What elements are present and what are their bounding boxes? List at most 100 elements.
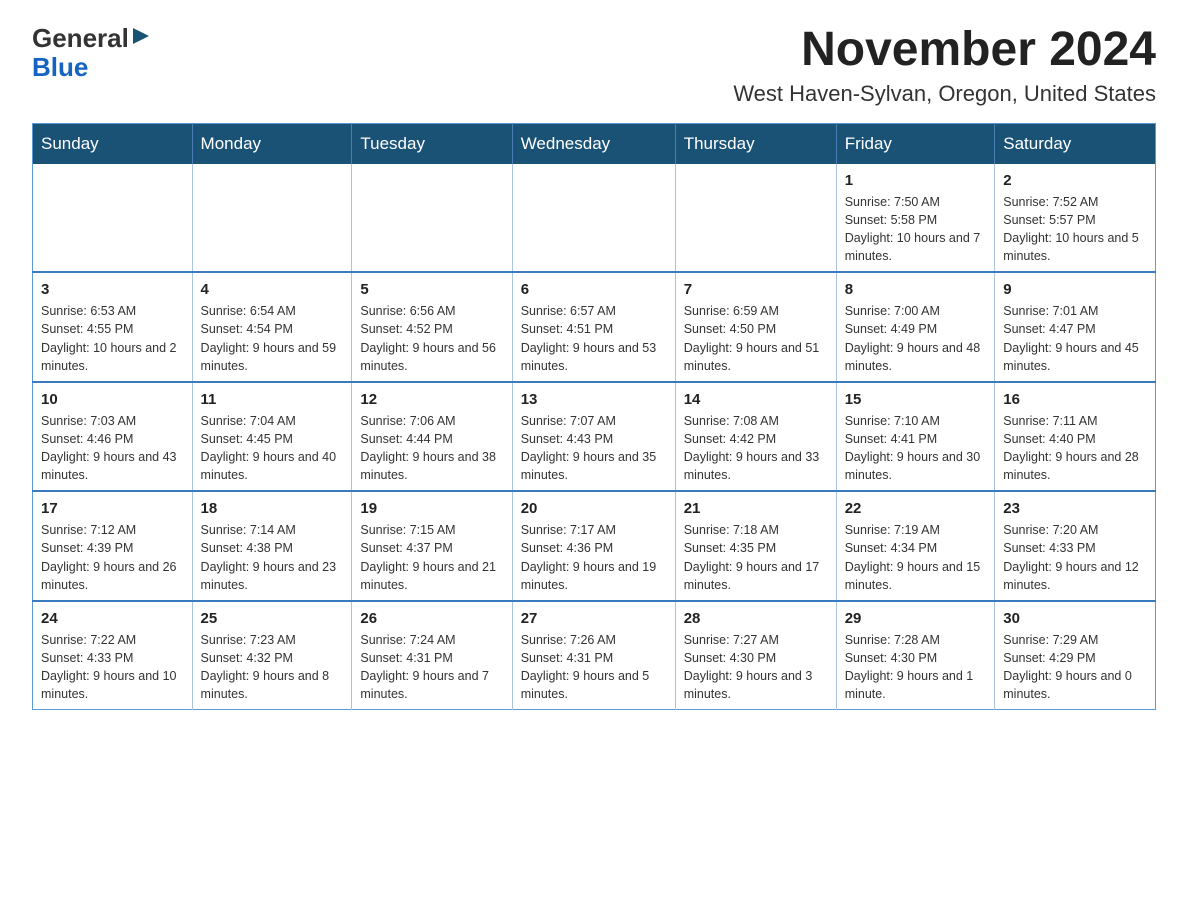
day-number: 16 xyxy=(1003,391,1147,408)
day-number: 6 xyxy=(521,281,667,298)
calendar-cell xyxy=(352,164,512,273)
day-info: Sunrise: 7:26 AMSunset: 4:31 PMDaylight:… xyxy=(521,631,667,704)
logo-arrow-icon xyxy=(131,26,151,46)
day-info: Sunrise: 7:11 AMSunset: 4:40 PMDaylight:… xyxy=(1003,412,1147,485)
day-info: Sunrise: 7:18 AMSunset: 4:35 PMDaylight:… xyxy=(684,521,828,594)
day-number: 24 xyxy=(41,610,184,627)
calendar-header: SundayMondayTuesdayWednesdayThursdayFrid… xyxy=(33,123,1156,164)
day-info: Sunrise: 7:06 AMSunset: 4:44 PMDaylight:… xyxy=(360,412,503,485)
day-number: 9 xyxy=(1003,281,1147,298)
weekday-header-monday: Monday xyxy=(192,123,352,164)
day-number: 18 xyxy=(201,500,344,517)
calendar-cell: 21 Sunrise: 7:18 AMSunset: 4:35 PMDayligh… xyxy=(675,491,836,601)
day-number: 29 xyxy=(845,610,987,627)
day-number: 26 xyxy=(360,610,503,627)
day-info: Sunrise: 7:01 AMSunset: 4:47 PMDaylight:… xyxy=(1003,302,1147,375)
day-info: Sunrise: 6:53 AMSunset: 4:55 PMDaylight:… xyxy=(41,302,184,375)
calendar-cell: 2 Sunrise: 7:52 AMSunset: 5:57 PMDaylight… xyxy=(995,164,1156,273)
day-number: 12 xyxy=(360,391,503,408)
calendar-cell: 12 Sunrise: 7:06 AMSunset: 4:44 PMDayligh… xyxy=(352,382,512,492)
day-number: 2 xyxy=(1003,172,1147,189)
day-number: 17 xyxy=(41,500,184,517)
calendar-week-row: 1 Sunrise: 7:50 AMSunset: 5:58 PMDaylight… xyxy=(33,164,1156,273)
day-info: Sunrise: 6:54 AMSunset: 4:54 PMDaylight:… xyxy=(201,302,344,375)
calendar-body: 1 Sunrise: 7:50 AMSunset: 5:58 PMDaylight… xyxy=(33,164,1156,710)
weekday-header-tuesday: Tuesday xyxy=(352,123,512,164)
calendar-cell xyxy=(512,164,675,273)
calendar-cell xyxy=(192,164,352,273)
calendar-cell: 7 Sunrise: 6:59 AMSunset: 4:50 PMDaylight… xyxy=(675,272,836,382)
calendar-cell xyxy=(33,164,193,273)
calendar-cell: 27Sunrise: 7:26 AMSunset: 4:31 PMDayligh… xyxy=(512,601,675,710)
calendar-week-row: 10 Sunrise: 7:03 AMSunset: 4:46 PMDayligh… xyxy=(33,382,1156,492)
day-info: Sunrise: 7:12 AMSunset: 4:39 PMDaylight:… xyxy=(41,521,184,594)
day-info: Sunrise: 7:03 AMSunset: 4:46 PMDaylight:… xyxy=(41,412,184,485)
day-info: Sunrise: 7:10 AMSunset: 4:41 PMDaylight:… xyxy=(845,412,987,485)
day-number: 13 xyxy=(521,391,667,408)
calendar-cell: 22Sunrise: 7:19 AMSunset: 4:34 PMDayligh… xyxy=(836,491,995,601)
calendar-cell: 30Sunrise: 7:29 AMSunset: 4:29 PMDayligh… xyxy=(995,601,1156,710)
calendar-cell xyxy=(675,164,836,273)
calendar-week-row: 24 Sunrise: 7:22 AMSunset: 4:33 PMDayligh… xyxy=(33,601,1156,710)
day-info: Sunrise: 6:56 AMSunset: 4:52 PMDaylight:… xyxy=(360,302,503,375)
calendar-cell: 17 Sunrise: 7:12 AMSunset: 4:39 PMDayligh… xyxy=(33,491,193,601)
calendar-week-row: 17 Sunrise: 7:12 AMSunset: 4:39 PMDayligh… xyxy=(33,491,1156,601)
calendar-cell: 29 Sunrise: 7:28 AMSunset: 4:30 PMDayligh… xyxy=(836,601,995,710)
day-info: Sunrise: 7:22 AMSunset: 4:33 PMDaylight:… xyxy=(41,631,184,704)
calendar-cell: 5 Sunrise: 6:56 AMSunset: 4:52 PMDaylight… xyxy=(352,272,512,382)
day-info: Sunrise: 7:24 AMSunset: 4:31 PMDaylight:… xyxy=(360,631,503,704)
calendar-cell: 14 Sunrise: 7:08 AMSunset: 4:42 PMDayligh… xyxy=(675,382,836,492)
day-number: 3 xyxy=(41,281,184,298)
weekday-header-friday: Friday xyxy=(836,123,995,164)
calendar-cell: 11Sunrise: 7:04 AMSunset: 4:45 PMDayligh… xyxy=(192,382,352,492)
calendar-cell: 9 Sunrise: 7:01 AMSunset: 4:47 PMDaylight… xyxy=(995,272,1156,382)
calendar-cell: 1 Sunrise: 7:50 AMSunset: 5:58 PMDaylight… xyxy=(836,164,995,273)
day-info: Sunrise: 7:15 AMSunset: 4:37 PMDaylight:… xyxy=(360,521,503,594)
day-number: 7 xyxy=(684,281,828,298)
day-number: 5 xyxy=(360,281,503,298)
page-title: November 2024 xyxy=(733,24,1156,77)
weekday-header-saturday: Saturday xyxy=(995,123,1156,164)
day-info: Sunrise: 7:07 AMSunset: 4:43 PMDaylight:… xyxy=(521,412,667,485)
calendar-cell: 13 Sunrise: 7:07 AMSunset: 4:43 PMDayligh… xyxy=(512,382,675,492)
day-number: 10 xyxy=(41,391,184,408)
day-number: 1 xyxy=(845,172,987,189)
day-info: Sunrise: 7:14 AMSunset: 4:38 PMDaylight:… xyxy=(201,521,344,594)
calendar-table: SundayMondayTuesdayWednesdayThursdayFrid… xyxy=(32,123,1156,711)
day-number: 19 xyxy=(360,500,503,517)
day-number: 14 xyxy=(684,391,828,408)
day-number: 25 xyxy=(201,610,344,627)
day-number: 4 xyxy=(201,281,344,298)
calendar-cell: 6Sunrise: 6:57 AMSunset: 4:51 PMDaylight… xyxy=(512,272,675,382)
calendar-cell: 19 Sunrise: 7:15 AMSunset: 4:37 PMDayligh… xyxy=(352,491,512,601)
calendar-cell: 3 Sunrise: 6:53 AMSunset: 4:55 PMDaylight… xyxy=(33,272,193,382)
calendar-cell: 23 Sunrise: 7:20 AMSunset: 4:33 PMDayligh… xyxy=(995,491,1156,601)
calendar-cell: 28Sunrise: 7:27 AMSunset: 4:30 PMDayligh… xyxy=(675,601,836,710)
page-subtitle: West Haven-Sylvan, Oregon, United States xyxy=(733,81,1156,107)
day-info: Sunrise: 7:08 AMSunset: 4:42 PMDaylight:… xyxy=(684,412,828,485)
day-number: 23 xyxy=(1003,500,1147,517)
weekday-header-row: SundayMondayTuesdayWednesdayThursdayFrid… xyxy=(33,123,1156,164)
title-area: November 2024 West Haven-Sylvan, Oregon,… xyxy=(733,24,1156,107)
day-info: Sunrise: 7:50 AMSunset: 5:58 PMDaylight:… xyxy=(845,193,987,266)
day-info: Sunrise: 7:28 AMSunset: 4:30 PMDaylight:… xyxy=(845,631,987,704)
day-info: Sunrise: 7:04 AMSunset: 4:45 PMDaylight:… xyxy=(201,412,344,485)
day-info: Sunrise: 7:17 AMSunset: 4:36 PMDaylight:… xyxy=(521,521,667,594)
day-number: 21 xyxy=(684,500,828,517)
calendar-cell: 26 Sunrise: 7:24 AMSunset: 4:31 PMDayligh… xyxy=(352,601,512,710)
day-info: Sunrise: 7:23 AMSunset: 4:32 PMDaylight:… xyxy=(201,631,344,704)
day-info: Sunrise: 7:29 AMSunset: 4:29 PMDaylight:… xyxy=(1003,631,1147,704)
day-info: Sunrise: 7:20 AMSunset: 4:33 PMDaylight:… xyxy=(1003,521,1147,594)
day-number: 8 xyxy=(845,281,987,298)
day-number: 28 xyxy=(684,610,828,627)
calendar-cell: 18 Sunrise: 7:14 AMSunset: 4:38 PMDayligh… xyxy=(192,491,352,601)
calendar-week-row: 3 Sunrise: 6:53 AMSunset: 4:55 PMDaylight… xyxy=(33,272,1156,382)
day-info: Sunrise: 7:19 AMSunset: 4:34 PMDaylight:… xyxy=(845,521,987,594)
day-info: Sunrise: 7:52 AMSunset: 5:57 PMDaylight:… xyxy=(1003,193,1147,266)
day-info: Sunrise: 6:59 AMSunset: 4:50 PMDaylight:… xyxy=(684,302,828,375)
weekday-header-wednesday: Wednesday xyxy=(512,123,675,164)
header-area: General Blue November 2024 West Haven-Sy… xyxy=(32,24,1156,107)
calendar-cell: 25 Sunrise: 7:23 AMSunset: 4:32 PMDayligh… xyxy=(192,601,352,710)
day-info: Sunrise: 7:00 AMSunset: 4:49 PMDaylight:… xyxy=(845,302,987,375)
logo: General Blue xyxy=(32,24,151,81)
